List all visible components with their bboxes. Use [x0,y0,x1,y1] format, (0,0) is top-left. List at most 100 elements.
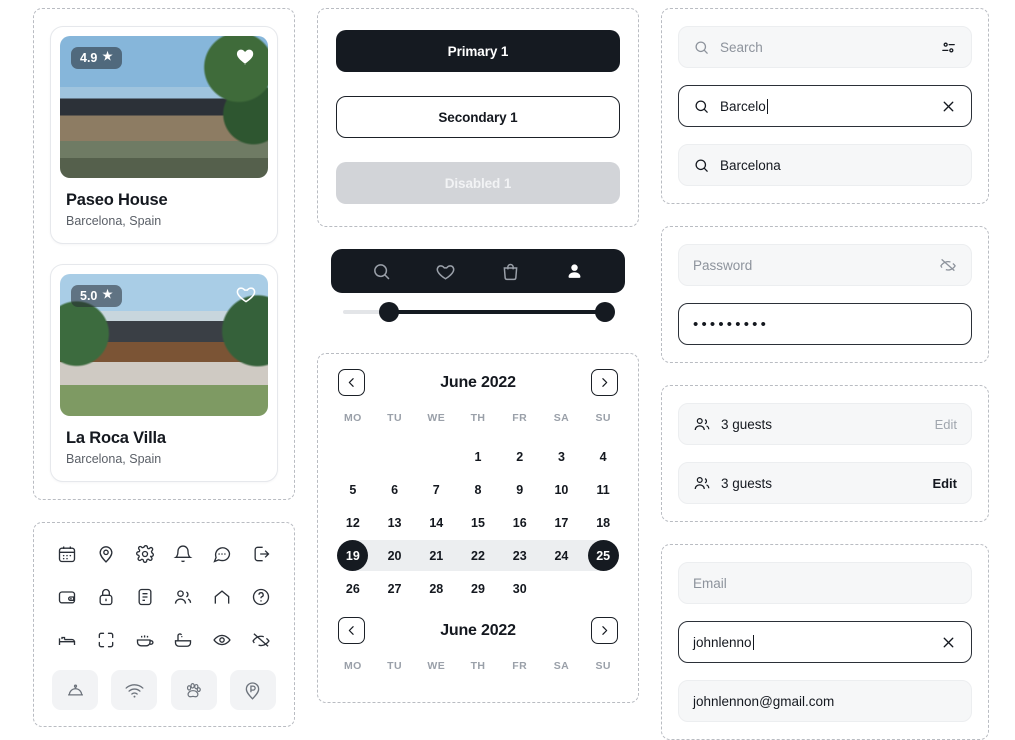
calendar-day[interactable]: 11 [582,473,624,506]
search-icon [693,157,710,174]
eye-off-icon[interactable] [939,256,957,274]
settings-gear-icon[interactable] [132,541,158,567]
calendar-day[interactable]: 21 [414,539,458,572]
email-input-empty[interactable]: Email [678,562,972,604]
chevron-left-icon[interactable] [338,369,365,396]
help-circle-icon[interactable] [248,584,274,610]
buttons-group: Primary 1 Secondary 1 Disabled 1 [317,8,639,227]
slider-handle-min[interactable] [378,302,399,322]
calendar-day[interactable]: 24 [539,539,583,572]
property-location: Barcelona, Spain [66,452,162,466]
edit-guests-button[interactable]: Edit [932,476,957,491]
heart-filled-icon[interactable] [235,45,257,67]
slider-track-area[interactable] [343,302,615,322]
filter-sliders-icon[interactable] [940,39,957,56]
calendar-day-number: 2 [516,449,524,464]
calendar-day[interactable]: 4 [582,440,624,473]
range-slider[interactable] [317,293,639,331]
calendar-day[interactable]: 7 [415,473,457,506]
bell-icon[interactable] [170,541,196,567]
coffee-cup-icon[interactable] [132,627,158,653]
email-input-active[interactable]: johnlenno [678,621,972,663]
location-pin-icon[interactable] [93,541,119,567]
property-card[interactable]: 4.9 ★ Paseo House Barcelona, Spain [50,26,278,244]
room-service-icon[interactable] [52,670,98,710]
secondary-button[interactable]: Secondary 1 [336,96,620,138]
calendar-day[interactable]: 22 [456,539,500,572]
guests-row[interactable]: 3 guests Edit [678,403,972,445]
calendar-day[interactable]: 3 [541,440,583,473]
calendar-day[interactable]: 6 [374,473,416,506]
calendar-day[interactable]: 8 [457,473,499,506]
primary-button[interactable]: Primary 1 [336,30,620,72]
calendar-day[interactable]: 13 [374,506,416,539]
calendar-day[interactable]: 17 [541,506,583,539]
property-title: La Roca Villa [66,429,166,447]
search-input-active[interactable]: Barcelo [678,85,972,127]
calendar-day[interactable]: 16 [499,506,541,539]
tab-search-icon[interactable] [371,261,392,282]
password-input-filled[interactable]: ••••••••• [678,303,972,345]
calendar-day[interactable]: 29 [457,572,499,605]
calendar-day[interactable]: 26 [332,572,374,605]
tab-bag-icon[interactable] [500,261,521,282]
calendar-day[interactable]: 25 [581,539,624,572]
calendar-day[interactable]: 27 [374,572,416,605]
tab-favorites-icon[interactable] [435,261,456,282]
calendar-grid[interactable]: MO TU WE TH FR SA SU [332,660,624,688]
disabled-button: Disabled 1 [336,162,620,204]
scan-frame-icon[interactable] [93,627,119,653]
password-input-empty[interactable]: Password [678,244,972,286]
edit-guests-button[interactable]: Edit [935,417,957,432]
calendar-day[interactable]: 20 [372,539,417,572]
wallet-icon[interactable] [54,584,80,610]
chevron-right-icon[interactable] [591,369,618,396]
calendar-day[interactable]: 5 [332,473,374,506]
calendar-icon[interactable] [54,541,80,567]
calendar-day-number: 26 [345,581,360,596]
email-suggestion[interactable]: johnlennon@gmail.com [678,680,972,722]
calendar-day-number: 5 [349,482,357,497]
calendar-day[interactable]: 10 [541,473,583,506]
calendar-day-number: 21 [429,548,444,563]
users-icon[interactable] [170,584,196,610]
calendar-day-number: 23 [512,548,527,563]
calendar-day-number: 28 [429,581,444,596]
calendar-grid[interactable]: MO TU WE TH FR SA SU 1 2 3 4 5 6 7 8 9 10 11 12 13 14 15 16 17 1… [332,412,624,605]
close-x-icon[interactable] [940,634,957,651]
calendar-day[interactable]: 19 [332,539,375,572]
calendar-day[interactable]: 15 [457,506,499,539]
logout-icon[interactable] [248,541,274,567]
search-input-empty[interactable]: Search [678,26,972,68]
calendar-day[interactable]: 14 [415,506,457,539]
calendar-day[interactable]: 23 [497,539,542,572]
calendar-day[interactable]: 18 [582,506,624,539]
home-icon[interactable] [209,584,235,610]
property-card[interactable]: 5.0 ★ La Roca Villa Barcelona, Spain [50,264,278,482]
document-icon[interactable] [132,584,158,610]
wifi-icon[interactable] [111,670,158,710]
chevron-left-icon[interactable] [338,617,365,644]
parking-icon[interactable] [229,670,276,710]
calendar-day[interactable]: 28 [415,572,457,605]
tab-profile-icon[interactable] [564,261,585,282]
chevron-right-icon[interactable] [591,617,618,644]
calendar-day[interactable]: 1 [457,440,499,473]
search-suggestion[interactable]: Barcelona [678,144,972,186]
calendar-day[interactable]: 12 [332,506,374,539]
eye-icon[interactable] [209,627,235,653]
calendar-day[interactable]: 2 [499,440,541,473]
bed-icon[interactable] [54,627,80,653]
bathtub-icon[interactable] [170,627,196,653]
heart-outline-icon[interactable] [235,283,257,305]
lock-icon[interactable] [93,584,119,610]
paw-icon[interactable] [170,670,217,710]
calendar-weekday: MO [343,412,362,424]
eye-off-icon[interactable] [248,627,274,653]
slider-handle-max[interactable] [594,302,615,322]
guests-row[interactable]: 3 guests Edit [678,462,972,504]
close-x-icon[interactable] [940,98,957,115]
chat-bubble-icon[interactable] [209,541,235,567]
calendar-day[interactable]: 30 [499,572,541,605]
calendar-day[interactable]: 9 [499,473,541,506]
